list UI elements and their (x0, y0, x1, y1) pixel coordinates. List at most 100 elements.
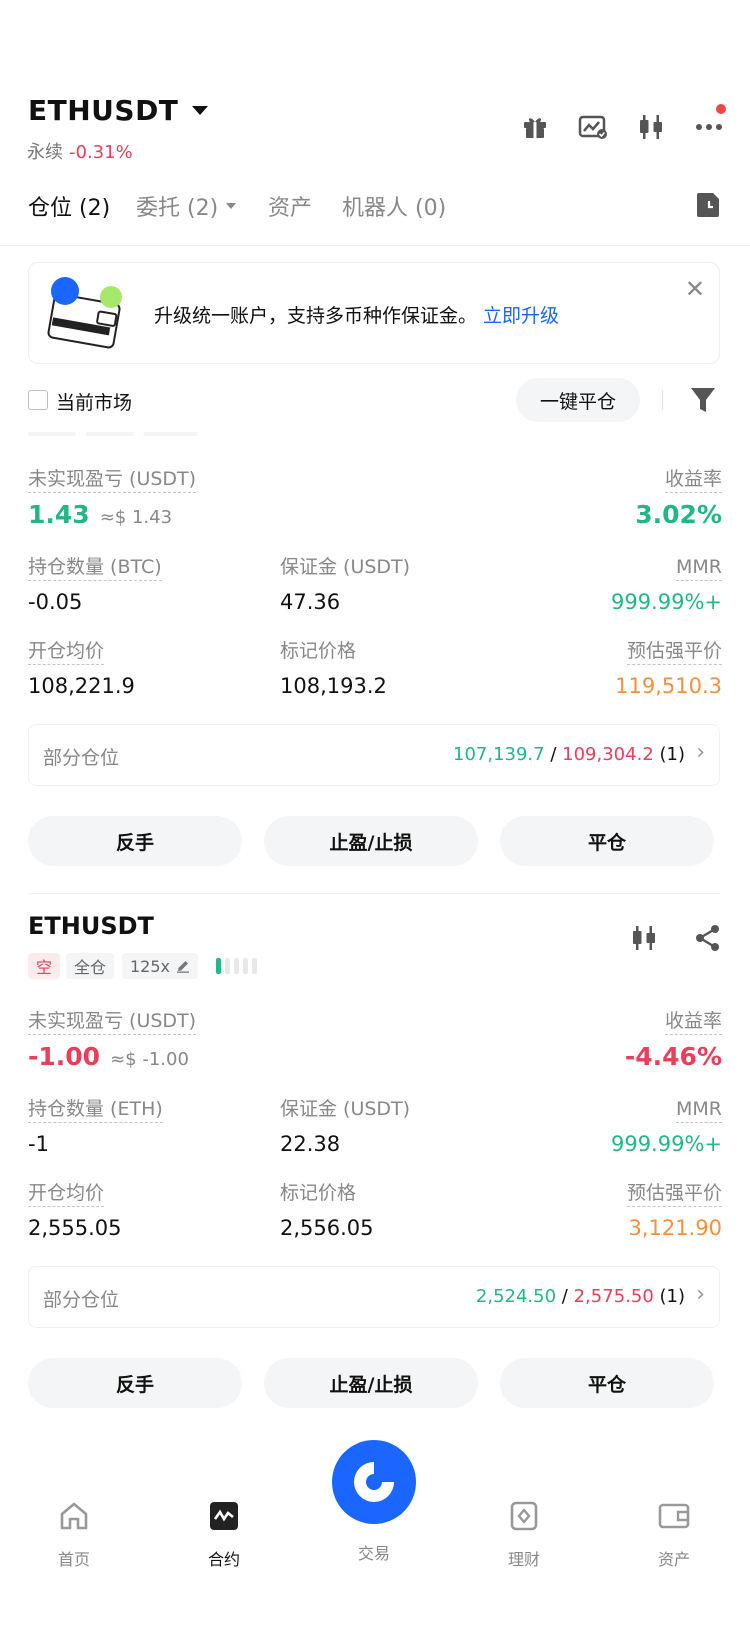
tab-orders[interactable]: 委托 (2) (136, 190, 237, 222)
home-icon (14, 1496, 134, 1536)
scroll-fade (28, 432, 198, 436)
mmr-label: MMR (676, 1096, 722, 1123)
partial-position-row[interactable]: 部分仓位 2,524.50 / 2,575.50 (1) › (28, 1266, 720, 1328)
price-change: -0.31% (69, 142, 133, 163)
banner-text: 升级统一账户，支持多币种作保证金。 立即升级 (154, 301, 559, 328)
unrealized-pnl: 1.43 (28, 500, 90, 529)
mark-price: 2,556.05 (280, 1216, 374, 1240)
tab-assets[interactable]: 资产 (268, 190, 312, 222)
partial-count: (1) (659, 744, 686, 765)
chevron-right-icon: › (696, 1282, 705, 1307)
upgrade-link[interactable]: 立即升级 (483, 305, 559, 327)
trade-logo-icon (354, 1462, 394, 1502)
filter-icon[interactable] (690, 386, 716, 418)
roe-label: 收益率 (664, 1008, 722, 1035)
tp-price: 107,139.7 (453, 744, 545, 765)
entry-price: 108,221.9 (28, 674, 135, 698)
filter-row: 当前市场 一键平仓 (0, 378, 750, 424)
current-market-checkbox[interactable] (28, 390, 48, 410)
liq-price: 3,121.90 (628, 1216, 722, 1240)
entry-price: 2,555.05 (28, 1216, 122, 1240)
reverse-button[interactable]: 反手 (28, 816, 242, 866)
leverage-tag[interactable]: 125x (122, 953, 199, 979)
entry-label: 开仓均价 (28, 638, 105, 665)
contract-type: 永续 (27, 142, 63, 163)
header: ETHUSDT 永续 -0.31% (0, 90, 750, 170)
close-position-button[interactable]: 平仓 (500, 816, 714, 866)
leverage-value: 125x (130, 956, 171, 976)
roe-value: -4.46% (624, 1042, 722, 1071)
tp-price: 2,524.50 (475, 1286, 557, 1307)
mmr-label: MMR (676, 554, 722, 581)
caret-down-icon (192, 106, 209, 115)
close-icon[interactable]: ✕ (685, 275, 705, 303)
nav-home[interactable]: 首页 (14, 1496, 134, 1570)
close-position-button[interactable]: 平仓 (500, 1358, 714, 1408)
trade-button[interactable] (332, 1440, 416, 1524)
roe-value: 3.02% (635, 500, 722, 529)
tpsl-button[interactable]: 止盈/止损 (264, 816, 478, 866)
close-all-button[interactable]: 一键平仓 (516, 378, 640, 422)
unrealized-pnl: -1.00 (28, 1042, 101, 1071)
nav-assets[interactable]: 资产 (614, 1496, 734, 1570)
banner-message: 升级统一账户，支持多币种作保证金。 (154, 305, 478, 327)
nav-home-label: 首页 (57, 1550, 90, 1569)
nav-earn[interactable]: 理财 (464, 1496, 584, 1570)
candlestick-icon[interactable] (636, 112, 666, 142)
earn-icon (464, 1496, 584, 1536)
margin-label: 保证金 (USDT) (280, 556, 411, 578)
pnl-usd: ≈$ -1.00 (110, 1049, 189, 1070)
nav-contract[interactable]: 合约 (164, 1496, 284, 1570)
partial-count: (1) (659, 1286, 686, 1307)
tab-positions-label: 仓位 (2) (28, 196, 111, 221)
margin-mode-tag: 全仓 (66, 953, 115, 979)
position-qty: -1 (28, 1132, 49, 1156)
tpsl-button[interactable]: 止盈/止损 (264, 1358, 478, 1408)
gift-icon[interactable] (520, 112, 550, 142)
history-icon[interactable] (696, 190, 722, 222)
contract-icon (164, 1496, 284, 1536)
nav-trade-label: 交易 (357, 1544, 390, 1563)
reverse-button[interactable]: 反手 (28, 1358, 242, 1408)
tpsl-prices: 2,524.50 / 2,575.50 (1) (475, 1286, 686, 1307)
divider (662, 390, 663, 410)
share-icon[interactable] (694, 924, 722, 956)
sl-price: 2,575.50 (573, 1286, 654, 1307)
mmr-value: 999.99%+ (610, 1132, 722, 1156)
tab-positions[interactable]: 仓位 (2) (28, 190, 110, 222)
roe-label: 收益率 (664, 466, 722, 493)
symbol-subline: 永续 -0.31% (27, 138, 133, 164)
partial-label: 部分仓位 (43, 1289, 120, 1311)
tab-bots-label: 机器人 (0) (342, 196, 447, 221)
chart-transfer-icon[interactable] (578, 112, 608, 142)
mark-label: 标记价格 (280, 640, 357, 662)
mark-price: 108,193.2 (280, 674, 387, 698)
edit-icon (177, 961, 190, 973)
pnl-label: 未实现盈亏 (USDT) (28, 1008, 197, 1035)
partial-position-row[interactable]: 部分仓位 107,139.7 / 109,304.2 (1) › (28, 724, 720, 786)
margin-value: 47.36 (280, 590, 341, 614)
qty-label: 持仓数量 (ETH) (28, 1096, 163, 1123)
position-tabs: 仓位 (2) 委托 (2) 资产 机器人 (0) (0, 190, 750, 246)
liq-label: 预估强平价 (626, 1180, 722, 1207)
pnl-label: 未实现盈亏 (USDT) (28, 466, 197, 493)
header-actions (520, 104, 726, 142)
mmr-value: 999.99%+ (610, 590, 722, 614)
chevron-right-icon: › (696, 740, 705, 765)
entry-label: 开仓均价 (28, 1180, 105, 1207)
position-qty: -0.05 (28, 590, 83, 614)
margin-label: 保证金 (USDT) (280, 1098, 411, 1120)
margin-value: 22.38 (280, 1132, 341, 1156)
side-tag: 空 (28, 953, 61, 979)
nav-contract-label: 合约 (207, 1550, 240, 1569)
symbol-title: ETHUSDT (28, 94, 179, 127)
tab-bots[interactable]: 机器人 (0) (342, 190, 446, 222)
symbol-selector[interactable]: ETHUSDT (28, 94, 209, 127)
position-symbol[interactable]: ETHUSDT (28, 912, 154, 940)
notification-dot (716, 104, 726, 114)
more-icon[interactable] (694, 104, 726, 142)
upgrade-banner[interactable]: 升级统一账户，支持多币种作保证金。 立即升级 ✕ (28, 262, 720, 364)
current-market-label: 当前市场 (56, 392, 133, 414)
candlestick-icon[interactable] (630, 924, 658, 956)
adl-indicator (216, 958, 257, 974)
